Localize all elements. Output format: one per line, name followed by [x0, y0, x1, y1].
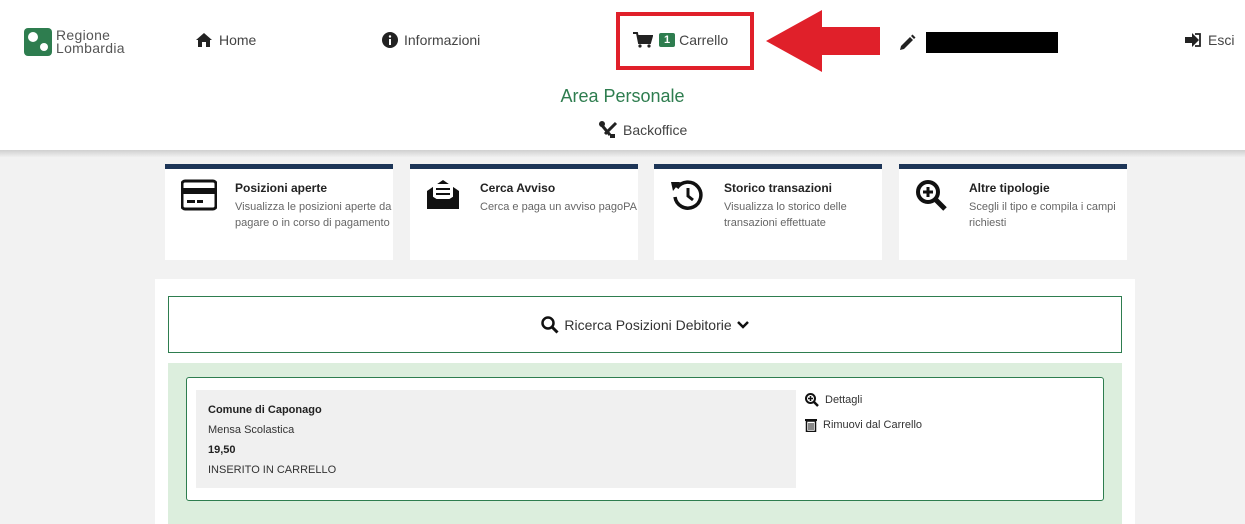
card-description: Cerca e paga un avviso pagoPA — [480, 201, 637, 213]
pencil-icon — [900, 34, 916, 50]
details-link[interactable]: Dettagli — [805, 393, 862, 407]
backoffice-label: Backoffice — [623, 122, 688, 138]
trash-icon — [805, 419, 817, 432]
backoffice-link[interactable]: Backoffice — [598, 121, 687, 139]
card-title: Posizioni aperte — [235, 181, 328, 195]
nav-info-link[interactable]: Informazioni — [382, 32, 480, 48]
top-navigation: Regione Lombardia Home Informazioni 1 Ca… — [0, 0, 1245, 84]
header-divider — [0, 150, 1245, 158]
nav-logout-label: Esci — [1208, 32, 1235, 48]
credit-card-icon — [181, 179, 217, 211]
item-entity: Comune di Caponago — [208, 404, 322, 416]
tools-icon — [598, 121, 618, 138]
info-icon — [382, 32, 398, 48]
envelope-open-icon — [427, 180, 459, 209]
shopping-cart-icon — [633, 32, 653, 48]
page-title: Area Personale — [560, 86, 685, 106]
red-arrow-icon — [766, 10, 880, 72]
nav-user-profile-link[interactable] — [898, 32, 1058, 53]
regione-lombardia-logo[interactable]: Regione Lombardia — [24, 28, 125, 56]
item-service: Mensa Scolastica — [208, 424, 295, 436]
cart-item-info: Comune di Caponago Mensa Scolastica 19,5… — [196, 390, 796, 488]
nav-home-link[interactable]: Home — [195, 32, 256, 48]
nav-logout-link[interactable]: Esci — [1184, 32, 1234, 48]
card-posizioni-aperte[interactable]: Posizioni aperte Visualizza le posizioni… — [165, 164, 393, 260]
card-description: Visualizza le posizioni aperte da pagare… — [235, 201, 392, 229]
home-icon — [196, 33, 212, 47]
logout-icon — [1185, 33, 1201, 47]
card-storico-transazioni[interactable]: Storico transazioni Visualizza lo storic… — [654, 164, 882, 260]
item-status: INSERITO IN CARRELLO — [208, 464, 337, 476]
remove-from-cart-link[interactable]: Rimuovi dal Carrello — [805, 418, 922, 432]
nav-home-label: Home — [219, 32, 257, 48]
cart-count-badge: 1 — [659, 33, 676, 47]
chevron-down-icon — [736, 320, 749, 329]
zoom-in-icon — [805, 393, 819, 407]
nav-cart-label: Carrello — [679, 32, 729, 48]
card-description: Visualizza lo storico delle transazioni … — [724, 201, 847, 229]
nav-info-label: Informazioni — [404, 32, 481, 48]
card-title: Cerca Avviso — [480, 181, 556, 195]
card-description: Scegli il tipo e compila i campi richies… — [969, 201, 1116, 229]
nav-cart-link[interactable]: 1 Carrello — [633, 32, 728, 48]
card-cerca-avviso[interactable]: Cerca Avviso Cerca e paga un avviso pago… — [410, 164, 638, 260]
search-icon — [541, 315, 559, 334]
logo-line2: Lombardia — [56, 40, 125, 56]
item-amount: 19,50 — [208, 444, 236, 456]
history-icon — [671, 180, 703, 210]
card-title: Storico transazioni — [724, 181, 833, 195]
zoom-in-icon — [916, 180, 947, 211]
details-label: Dettagli — [825, 394, 863, 406]
redacted-username — [926, 32, 1058, 53]
logo-mark-icon — [24, 28, 52, 56]
search-positions-toggle[interactable]: Ricerca Posizioni Debitorie — [168, 296, 1122, 353]
card-altre-tipologie[interactable]: Altre tipologie Scegli il tipo e compila… — [899, 164, 1127, 260]
remove-label: Rimuovi dal Carrello — [823, 419, 923, 431]
card-title: Altre tipologie — [969, 181, 1050, 195]
search-label: Ricerca Posizioni Debitorie — [564, 316, 732, 333]
